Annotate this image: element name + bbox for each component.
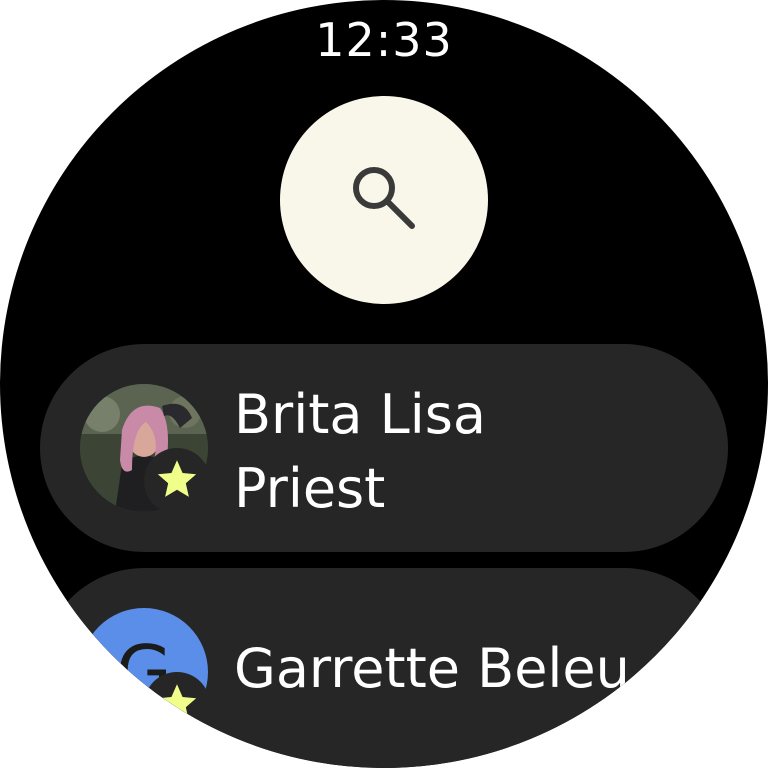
star-icon [154,680,200,730]
search-button[interactable] [280,96,488,304]
contact-name: Brita Lisa Priest [234,378,704,526]
contact-name: Garrette Beleu [234,632,704,706]
watch-screen: 12:33 Brita Lisa Priest G Garrette Beleu [0,0,768,768]
contact-name-line1: Brita Lisa [234,383,486,446]
favorite-badge [144,672,210,738]
contact-name-line1: Garrette Beleu [234,637,630,700]
contact-chip-brita-lisa-priest[interactable]: Brita Lisa Priest [40,344,728,552]
search-icon [346,160,422,240]
star-icon [154,456,200,506]
contact-chip-garrette-beleu[interactable]: G Garrette Beleu [40,568,728,768]
status-time: 12:33 [315,13,453,67]
contact-name-line2: Priest [234,457,386,520]
favorite-badge [144,448,210,514]
